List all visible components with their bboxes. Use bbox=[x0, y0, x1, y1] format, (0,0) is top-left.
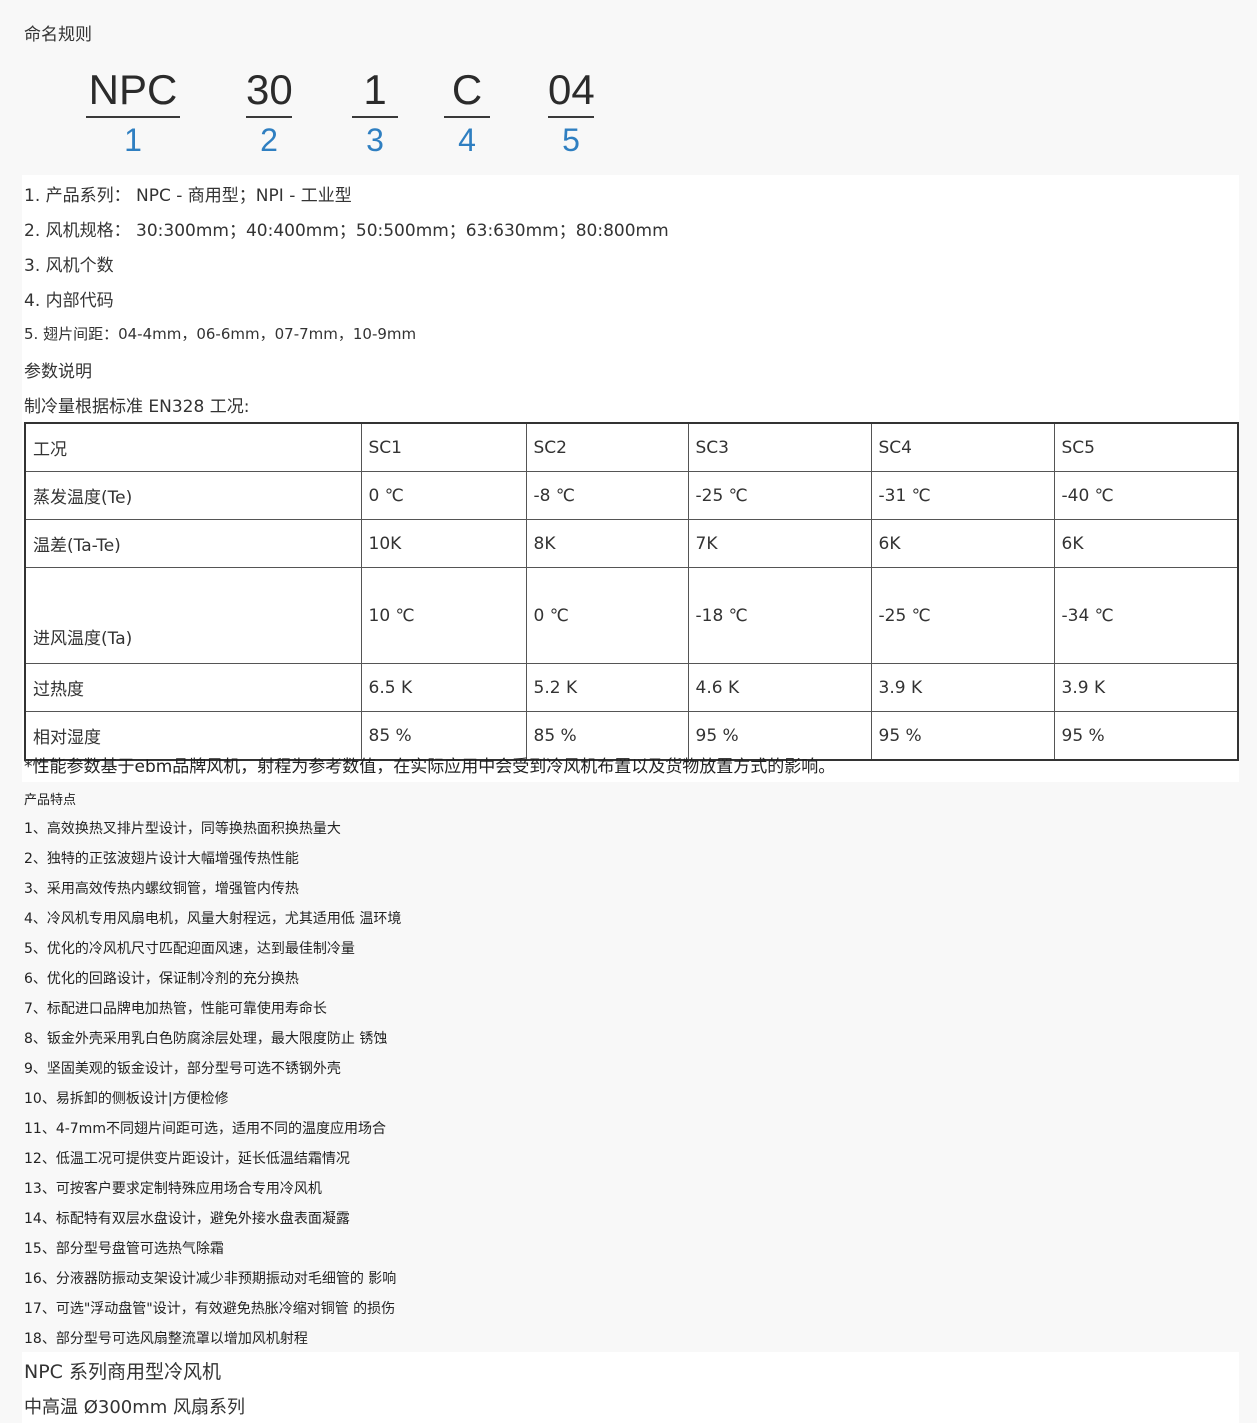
feature-item: 12、低温工况可提供变片距设计，延长低温结霜情况 bbox=[24, 1151, 350, 1167]
params-title: 参数说明 bbox=[24, 362, 92, 382]
series-subtitle: 中高温 Ø300mm 风扇系列 bbox=[24, 1397, 246, 1418]
code-index: 1 bbox=[124, 122, 142, 158]
table-cell: -8 ℃ bbox=[525, 471, 689, 520]
code-part-fin-spacing: 04 5 bbox=[548, 64, 595, 160]
table-cell: 8K bbox=[525, 519, 689, 568]
feature-item: 4、冷风机专用风扇电机，风量大射程远，尤其适用低 温环境 bbox=[24, 911, 402, 927]
feature-item: 18、部分型号可选风扇整流罩以增加风机射程 bbox=[24, 1331, 308, 1347]
table-cell: 3.9 K bbox=[870, 663, 1055, 712]
table-cell: 0 ℃ bbox=[360, 471, 527, 520]
feature-item: 6、优化的回路设计，保证制冷剂的充分换热 bbox=[24, 971, 299, 987]
feature-item: 17、可选"浮动盘管"设计，有效避免热胀冷缩对铜管 的损伤 bbox=[24, 1301, 396, 1317]
naming-line-2: 2. 风机规格： 30:300mm；40:400mm；50:500mm；63:6… bbox=[24, 221, 669, 241]
code-top: NPC bbox=[86, 64, 180, 118]
code-index: 2 bbox=[260, 122, 278, 158]
feature-item: 16、分液器防振动支架设计减少非预期振动对毛细管的 影响 bbox=[24, 1271, 397, 1287]
table-cell: 95 % bbox=[1053, 711, 1239, 761]
table-cell: 95 % bbox=[870, 711, 1055, 761]
table-cell: SC1 bbox=[360, 422, 527, 472]
table-cell: 工况 bbox=[24, 422, 362, 472]
table-cell: SC4 bbox=[870, 422, 1055, 472]
params-table: 工况 SC1 SC2 SC3 SC4 SC5 蒸发温度(Te) 0 ℃ -8 ℃… bbox=[24, 422, 1239, 761]
table-cell: 5.2 K bbox=[525, 663, 689, 712]
feature-item: 8、钣金外壳采用乳白色防腐涂层处理，最大限度防止 锈蚀 bbox=[24, 1031, 388, 1047]
naming-rule-title: 命名规则 bbox=[24, 25, 92, 45]
table-cell: 过热度 bbox=[24, 663, 362, 712]
params-subtitle: 制冷量根据标准 EN328 工况: bbox=[24, 397, 250, 417]
feature-item: 15、部分型号盘管可选热气除霜 bbox=[24, 1241, 224, 1257]
feature-item: 14、标配特有双层水盘设计，避免外接水盘表面凝露 bbox=[24, 1211, 350, 1227]
table-cell: 6K bbox=[870, 519, 1055, 568]
table-cell: SC5 bbox=[1053, 422, 1239, 472]
table-cell: 10 ℃ bbox=[360, 567, 527, 664]
code-top: C bbox=[444, 64, 490, 118]
naming-line-3: 3. 风机个数 bbox=[24, 256, 114, 276]
table-cell: -34 ℃ bbox=[1053, 567, 1239, 664]
feature-item: 2、独特的正弦波翅片设计大幅增强传热性能 bbox=[24, 851, 299, 867]
code-part-internal-code: C 4 bbox=[444, 64, 490, 160]
table-row: 过热度 6.5 K 5.2 K 4.6 K 3.9 K 3.9 K bbox=[24, 663, 1239, 712]
table-cell: 6K bbox=[1053, 519, 1239, 568]
table-row: 温差(Ta-Te) 10K 8K 7K 6K 6K bbox=[24, 519, 1239, 568]
table-cell: SC2 bbox=[525, 422, 689, 472]
code-index: 3 bbox=[366, 122, 384, 158]
code-index: 5 bbox=[562, 122, 580, 158]
table-cell: 10K bbox=[360, 519, 527, 568]
features-title: 产品特点 bbox=[24, 793, 77, 808]
table-cell: -31 ℃ bbox=[870, 471, 1055, 520]
table-cell: 进风温度(Ta) bbox=[24, 567, 362, 664]
naming-line-5: 5. 翅片间距：04-4mm，06-6mm，07-7mm，10-9mm bbox=[24, 325, 417, 343]
table-cell: -25 ℃ bbox=[687, 471, 872, 520]
table-cell: 0 ℃ bbox=[525, 567, 689, 664]
naming-line-4: 4. 内部代码 bbox=[24, 291, 114, 311]
feature-item: 5、优化的冷风机尺寸匹配迎面风速，达到最佳制冷量 bbox=[24, 941, 355, 957]
feature-item: 9、坚固美观的钣金设计，部分型号可选不锈钢外壳 bbox=[24, 1061, 341, 1077]
table-cell: 蒸发温度(Te) bbox=[24, 471, 362, 520]
table-cell: -25 ℃ bbox=[870, 567, 1055, 664]
table-cell: SC3 bbox=[687, 422, 872, 472]
feature-item: 13、可按客户要求定制特殊应用场合专用冷风机 bbox=[24, 1181, 322, 1197]
code-top: 04 bbox=[548, 64, 595, 118]
series-title: NPC 系列商用型冷风机 bbox=[24, 1361, 221, 1383]
feature-item: 10、易拆卸的侧板设计|方便检修 bbox=[24, 1091, 229, 1107]
code-top: 30 bbox=[246, 64, 293, 118]
feature-item: 11、4-7mm不同翅片间距可选，适用不同的温度应用场合 bbox=[24, 1121, 386, 1137]
table-header-row: 工况 SC1 SC2 SC3 SC4 SC5 bbox=[24, 422, 1239, 472]
feature-item: 3、采用高效传热内螺纹铜管，增强管内传热 bbox=[24, 881, 299, 897]
table-cell: 温差(Ta-Te) bbox=[24, 519, 362, 568]
feature-item: 7、标配进口品牌电加热管，性能可靠使用寿命长 bbox=[24, 1001, 327, 1017]
naming-line-1: 1. 产品系列： NPC - 商用型；NPI - 工业型 bbox=[24, 186, 352, 206]
table-row: 蒸发温度(Te) 0 ℃ -8 ℃ -25 ℃ -31 ℃ -40 ℃ bbox=[24, 471, 1239, 520]
table-cell: 6.5 K bbox=[360, 663, 527, 712]
code-index: 4 bbox=[458, 122, 476, 158]
table-cell: 7K bbox=[687, 519, 872, 568]
table-cell: 4.6 K bbox=[687, 663, 872, 712]
code-part-fan-size: 30 2 bbox=[246, 64, 293, 160]
table-row: 进风温度(Ta) 10 ℃ 0 ℃ -18 ℃ -25 ℃ -34 ℃ bbox=[24, 567, 1239, 664]
page: 命名规则 NPC 1 30 2 1 3 C 4 04 5 1. 产品系列： NP… bbox=[0, 0, 1257, 1423]
code-top: 1 bbox=[352, 64, 398, 118]
table-cell: -18 ℃ bbox=[687, 567, 872, 664]
code-part-series: NPC 1 bbox=[86, 64, 180, 160]
performance-note: *性能参数基于ebm品牌风机，射程为参考数值，在实际应用中会受到冷风机布置以及货… bbox=[24, 757, 836, 777]
table-cell: -40 ℃ bbox=[1053, 471, 1239, 520]
naming-diagram: NPC 1 30 2 1 3 C 4 04 5 bbox=[86, 64, 626, 164]
feature-item: 1、高效换热叉排片型设计，同等换热面积换热量大 bbox=[24, 821, 341, 837]
code-part-fan-count: 1 3 bbox=[352, 64, 398, 160]
table-cell: 3.9 K bbox=[1053, 663, 1239, 712]
